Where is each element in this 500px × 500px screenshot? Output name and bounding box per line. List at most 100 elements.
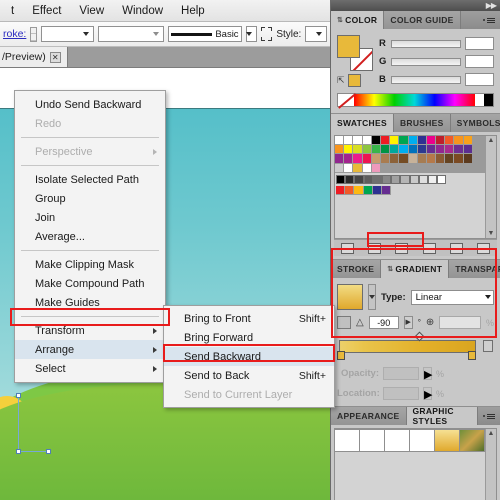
gray-swatch-cell[interactable] [336, 174, 346, 184]
gray-swatch-cell[interactable] [391, 174, 401, 184]
menu-item-edit[interactable]: t [2, 2, 23, 20]
g-value-field[interactable] [465, 55, 494, 68]
swatch-cell[interactable] [445, 136, 455, 146]
gradient-stop-start[interactable] [337, 351, 345, 360]
gray-swatch-cell[interactable] [363, 174, 373, 184]
tab-stroke[interactable]: STROKE [331, 260, 382, 278]
swatches-grid[interactable] [335, 136, 496, 173]
gradient-preview-swatch[interactable] [337, 284, 363, 310]
stroke-weight-stepper[interactable] [30, 26, 38, 42]
swatch-cell[interactable] [335, 145, 345, 155]
panel-menu-icon[interactable] [478, 11, 500, 29]
last-color-swatch[interactable] [347, 74, 361, 87]
style-thumb-none-style[interactable] [359, 429, 385, 452]
styles-grid-container[interactable]: ▲ ▼ [334, 428, 497, 500]
menu-item-window[interactable]: Window [113, 2, 172, 20]
swatch-cell[interactable] [445, 154, 455, 164]
swatch-cell[interactable] [353, 136, 363, 146]
white-color-chip[interactable] [475, 94, 484, 106]
context-item-undo[interactable]: Undo Send Backward [15, 95, 165, 114]
double-chevron-icon[interactable]: ▶▶ [486, 1, 497, 10]
swatch-cell[interactable] [371, 145, 381, 155]
opacity-mask-icon[interactable] [260, 27, 273, 41]
style-thumb-texture-style[interactable] [459, 429, 485, 452]
accent-swatch-cell[interactable] [372, 185, 382, 196]
context-item-join[interactable]: Join [15, 208, 165, 227]
swatch-cell[interactable] [399, 154, 409, 164]
gray-swatch-cell[interactable] [418, 174, 428, 184]
swatch-cell[interactable] [362, 145, 372, 155]
gray-swatch-cell[interactable] [437, 174, 447, 184]
b-slider[interactable] [391, 75, 461, 84]
menu-item-view[interactable]: View [70, 2, 113, 20]
swatch-cell[interactable] [344, 136, 354, 146]
close-icon[interactable]: ✕ [49, 51, 61, 63]
gradient-angle-field[interactable]: -90 [368, 316, 399, 329]
swatches-scrollbar[interactable]: ▲ ▼ [485, 136, 496, 238]
context-item-arrange[interactable]: Arrange [15, 340, 165, 359]
accent-swatch-cell[interactable] [363, 185, 373, 196]
anchor-point[interactable] [46, 449, 51, 454]
swatch-cell[interactable] [417, 136, 427, 146]
swatch-cell[interactable] [463, 154, 473, 164]
document-tab[interactable]: /Preview) ✕ [0, 47, 68, 67]
brush-definition-combo[interactable]: Basic [168, 26, 242, 42]
tab-brushes[interactable]: BRUSHES [393, 114, 451, 132]
context-item-make-compound-path[interactable]: Make Compound Path [15, 274, 165, 293]
tab-transparency[interactable]: TRANSPAR [449, 260, 500, 278]
context-item-group[interactable]: Group [15, 189, 165, 208]
spectrum-ramp[interactable] [354, 94, 475, 106]
gradient-angle-stepper[interactable]: ▶ [403, 316, 413, 329]
swatches-accent-ramp[interactable] [335, 185, 496, 196]
fill-swatch[interactable] [337, 35, 360, 58]
gradient-presets-arrow-icon[interactable] [368, 284, 376, 310]
style-thumb-gold-gradient-style[interactable] [434, 429, 460, 452]
swatch-cell[interactable] [353, 163, 363, 173]
swatch-cell[interactable] [344, 145, 354, 155]
style-thumb-outline-style[interactable] [409, 429, 435, 452]
graphic-style-combo[interactable] [305, 26, 327, 42]
scroll-down-icon[interactable]: ▼ [486, 229, 496, 238]
tab-swatches[interactable]: SWATCHES [331, 114, 394, 132]
swatch-cell[interactable] [344, 163, 354, 173]
gray-swatch-cell[interactable] [372, 174, 382, 184]
accent-swatch-cell[interactable] [345, 185, 355, 196]
swatch-cell[interactable] [454, 145, 464, 155]
gray-swatch-cell[interactable] [409, 174, 419, 184]
gray-swatch-cell[interactable] [400, 174, 410, 184]
scroll-up-icon[interactable]: ▲ [486, 136, 496, 145]
swatch-cell[interactable] [371, 163, 381, 173]
tab-color[interactable]: ⇅ COLOR [331, 11, 385, 29]
swatch-cell[interactable] [454, 136, 464, 146]
brush-combo-arrow[interactable] [245, 26, 257, 42]
swatch-cell[interactable] [344, 154, 354, 164]
menu-item-effect[interactable]: Effect [23, 2, 70, 20]
panel-menu-icon[interactable] [478, 407, 500, 425]
submenu-item-bring-forward[interactable]: Bring Forward [164, 328, 334, 347]
swatch-cell[interactable] [380, 136, 391, 146]
gray-swatch-cell[interactable] [345, 174, 355, 184]
swatch-cell[interactable] [417, 154, 427, 164]
tab-color-guide[interactable]: COLOR GUIDE [384, 11, 461, 29]
swatch-cell[interactable] [436, 154, 446, 164]
swatch-cell[interactable] [399, 136, 409, 146]
tab-graphic-styles[interactable]: GRAPHIC STYLES [406, 406, 478, 426]
context-item-isolate-selected-path[interactable]: Isolate Selected Path [15, 170, 165, 189]
swatch-cell[interactable] [445, 145, 455, 155]
swatch-cell[interactable] [417, 145, 427, 155]
accent-swatch-cell[interactable] [354, 185, 364, 196]
accent-swatch-cell[interactable] [336, 185, 346, 196]
swatch-options-button[interactable] [395, 242, 409, 254]
swatch-cell[interactable] [335, 163, 345, 173]
swatch-cell[interactable] [353, 145, 363, 155]
swatch-cell[interactable] [399, 145, 409, 155]
swatch-cell[interactable] [390, 154, 400, 164]
swatch-cell[interactable] [380, 145, 391, 155]
submenu-item-send-backward[interactable]: Send Backward [164, 347, 334, 366]
swatch-cell[interactable] [390, 145, 400, 155]
swatch-cell[interactable] [426, 145, 437, 155]
gradient-stop-end[interactable] [468, 351, 476, 360]
styles-grid[interactable] [335, 429, 496, 452]
arrange-submenu[interactable]: Bring to Front Shift+ Bring Forward Send… [163, 305, 335, 408]
anchor-point[interactable] [16, 393, 21, 398]
